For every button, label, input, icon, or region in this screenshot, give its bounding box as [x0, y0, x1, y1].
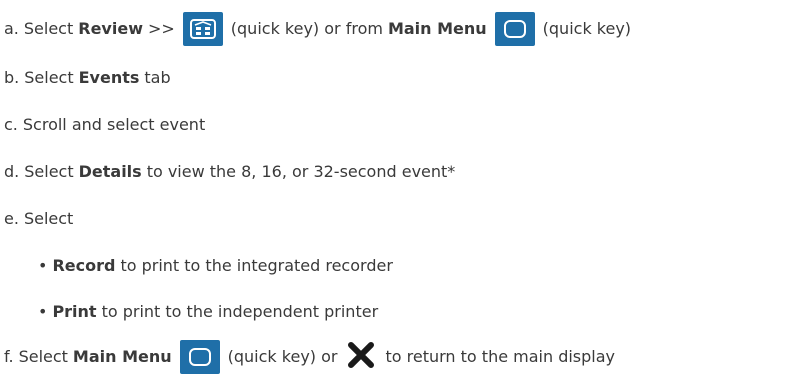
step-text: Select	[23, 19, 74, 38]
step-marker: e.	[4, 209, 19, 228]
step-e: e. Select	[4, 209, 73, 229]
print-label: Print	[52, 302, 97, 321]
step-c: c. Scroll and select event	[4, 115, 205, 135]
bullet: •	[38, 302, 48, 321]
step-e-sub-record: • Record to print to the integrated reco…	[38, 256, 393, 276]
step-marker: c.	[4, 115, 18, 134]
main-menu-label: Main Menu	[387, 19, 487, 38]
step-e-sub-print: • Print to print to the independent prin…	[38, 302, 378, 322]
step-b: b. Select Events tab	[4, 68, 171, 88]
step-text: (quick key) or from	[230, 19, 383, 38]
details-label: Details	[78, 162, 142, 181]
review-label: Review	[78, 19, 143, 38]
step-text: Scroll and select event	[22, 115, 206, 134]
step-text: to print to the independent printer	[101, 302, 379, 321]
step-text: to return to the main display	[385, 347, 616, 366]
step-d: d. Select Details to view the 8, 16, or …	[4, 162, 455, 182]
step-marker: a.	[4, 19, 19, 38]
step-marker: b.	[4, 68, 20, 87]
step-text: to view the 8, 16, or 32-second event*	[146, 162, 456, 181]
review-quick-key-icon	[182, 12, 223, 46]
step-text: Select	[18, 347, 68, 366]
step-text: Select	[23, 209, 74, 228]
step-marker: d.	[4, 162, 20, 181]
step-text: tab	[144, 68, 171, 87]
step-text: to print to the integrated recorder	[120, 256, 393, 275]
main-menu-label: Main Menu	[72, 347, 172, 366]
step-text: Select	[24, 68, 74, 87]
record-label: Record	[52, 256, 116, 275]
step-text: (quick key) or	[227, 347, 338, 366]
bullet: •	[38, 256, 48, 275]
step-text: Select	[24, 162, 74, 181]
step-text: (quick key)	[542, 19, 632, 38]
step-text: >>	[147, 19, 175, 38]
main-menu-quick-key-icon	[494, 12, 535, 46]
step-a: a. Select Review >> (quick key) or from …	[4, 12, 631, 46]
events-label: Events	[78, 68, 140, 87]
step-marker: f.	[4, 347, 14, 366]
